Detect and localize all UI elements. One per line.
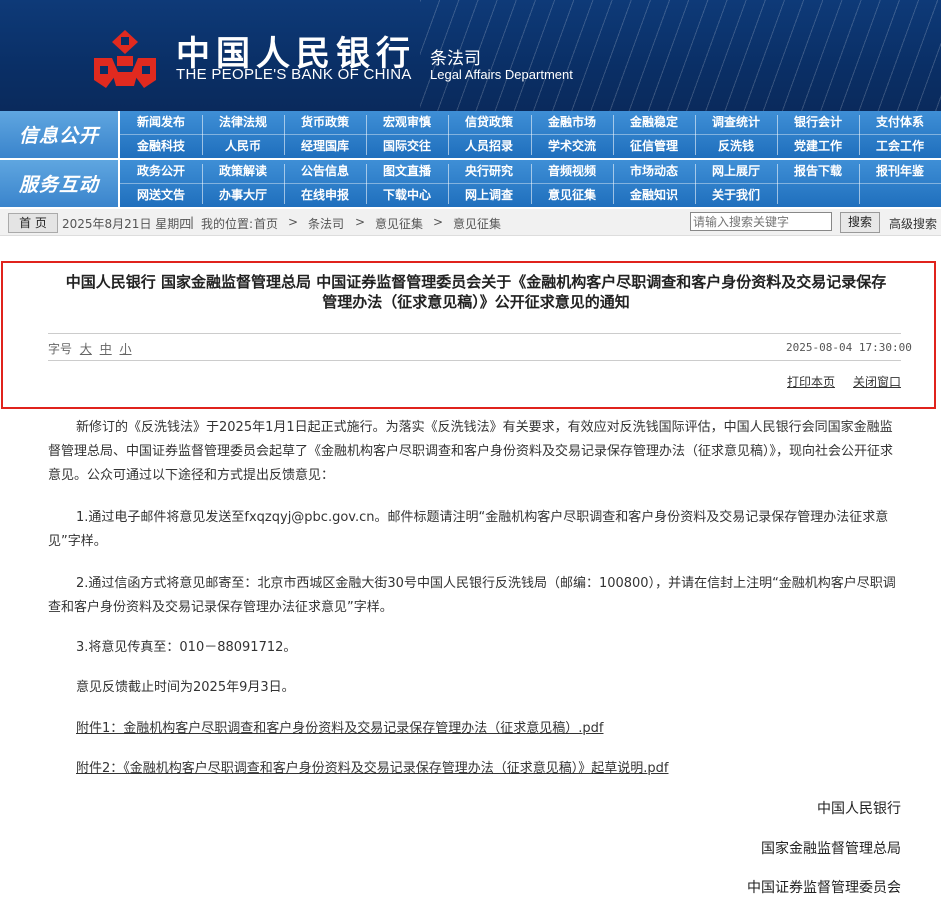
search-input[interactable] (690, 212, 832, 231)
department-name-en: Legal Affairs Department (430, 67, 573, 82)
nav-info-link[interactable]: 法律法规 (202, 111, 284, 134)
nav-service-link[interactable]: 网上展厅 (695, 160, 777, 183)
nav-title-info-disclosure: 信息公开 (0, 111, 118, 158)
nav-service-link[interactable]: 市场动态 (613, 160, 695, 183)
nav-row-info-disclosure: 信息公开 新闻发布 法律法规 货币政策 宏观审慎 信贷政策 金融市场 金融稳定 调查统计 银行会… (0, 111, 941, 158)
site-header-banner: 中国人民银行 THE PEOPLE'S BANK OF CHINA 条法司 Le… (0, 0, 941, 111)
nav-info-link[interactable]: 支付体系 (859, 111, 941, 134)
nav-service-link[interactable]: 办事大厅 (202, 184, 284, 207)
nav-info-link[interactable]: 学术交流 (531, 135, 613, 158)
nav-service-link[interactable]: 公告信息 (284, 160, 366, 183)
article-paragraph-intro: 新修订的《反洗钱法》于2025年1月1日起正式施行。为落实《反洗钱法》有关要求，… (48, 420, 894, 483)
nav-info-link[interactable]: 金融稳定 (613, 111, 695, 134)
nav-info-link[interactable]: 人员招录 (448, 135, 530, 158)
article-paragraph-deadline: 意见反馈截止时间为2025年9月3日。 (76, 680, 295, 695)
nav-info-link[interactable]: 调查统计 (695, 111, 777, 134)
breadcrumb-item-opinion-collection-current[interactable]: 意见征集 (453, 215, 501, 232)
pboc-logo-icon[interactable] (90, 28, 160, 90)
nav-info-link[interactable]: 党建工作 (777, 135, 859, 158)
nav-title-service-interaction: 服务互动 (0, 160, 118, 207)
current-date: 2025年8月21日 星期四 (62, 217, 192, 231)
nav-service-link[interactable]: 音频视频 (531, 160, 613, 183)
attachment-link-1[interactable]: 附件1：金融机构客户尽职调查和客户身份资料及交易记录保存管理办法（征求意见稿）.… (76, 717, 604, 736)
nav-service-link[interactable]: 网上调查 (448, 184, 530, 207)
nav-service-link[interactable]: 在线申报 (284, 184, 366, 207)
nav-info-link[interactable]: 经理国库 (284, 135, 366, 158)
department-name-cn: 条法司 (430, 49, 481, 69)
nav-info-link[interactable]: 工会工作 (859, 135, 941, 158)
nav-grid-service-interaction: 政务公开 政策解读 公告信息 图文直播 央行研究 音频视频 市场动态 网上展厅 报告下载 报刊年鉴… (120, 160, 941, 207)
nav-info-link[interactable]: 新闻发布 (120, 111, 202, 134)
breadcrumb-bar: 首 页 2025年8月21日 星期四 | 我的位置: 首页 > 条法司 > 意见… (0, 209, 941, 236)
bank-name-en: THE PEOPLE'S BANK OF CHINA (176, 66, 412, 83)
nav-service-link[interactable]: 报刊年鉴 (859, 160, 941, 183)
article-paragraph-email: 1.通过电子邮件将意见发送至fxqzqyj@pbc.gov.cn。邮件标题请注明… (48, 510, 889, 549)
nav-info-link[interactable]: 货币政策 (284, 111, 366, 134)
highlight-box (1, 261, 936, 409)
nav-service-link[interactable]: 关于我们 (695, 184, 777, 207)
nav-info-link[interactable]: 金融市场 (531, 111, 613, 134)
article-paragraph-fax: 3.将意见传真至：010－88091712。 (76, 640, 297, 655)
search-button[interactable]: 搜索 (840, 212, 880, 233)
nav-service-link[interactable]: 金融知识 (613, 184, 695, 207)
nav-service-link[interactable]: 图文直播 (366, 160, 448, 183)
nav-grid-info-disclosure: 新闻发布 法律法规 货币政策 宏观审慎 信贷政策 金融市场 金融稳定 调查统计 银行会计 支付体系… (120, 111, 941, 158)
nav-service-link[interactable]: 政策解读 (202, 160, 284, 183)
breadcrumb-item-legal-dept[interactable]: 条法司 (308, 215, 344, 232)
nav-info-link[interactable]: 宏观审慎 (366, 111, 448, 134)
nav-info-link[interactable]: 信贷政策 (448, 111, 530, 134)
nav-service-link[interactable]: 意见征集 (531, 184, 613, 207)
nav-info-link[interactable]: 征信管理 (613, 135, 695, 158)
attachment-link-2[interactable]: 附件2：《金融机构客户尽职调查和客户身份资料及交易记录保存管理办法（征求意见稿）… (76, 757, 669, 776)
advanced-search-link[interactable]: 高级搜索 (889, 215, 937, 232)
nav-service-link[interactable]: 报告下载 (777, 160, 859, 183)
nav-service-link[interactable]: 央行研究 (448, 160, 530, 183)
nav-service-link[interactable]: 政务公开 (120, 160, 202, 183)
nav-info-link[interactable]: 金融科技 (120, 135, 202, 158)
home-button[interactable]: 首 页 (8, 213, 58, 233)
nav-service-link[interactable]: 网送文告 (120, 184, 202, 207)
location-label: 我的位置: (201, 217, 254, 231)
breadcrumb-separator: > (355, 215, 366, 229)
breadcrumb-item-opinion-collection[interactable]: 意见征集 (375, 215, 423, 232)
nav-info-link[interactable]: 银行会计 (777, 111, 859, 134)
signature-nfra: 国家金融监督管理总局 (761, 841, 901, 857)
signature-pboc: 中国人民银行 (817, 801, 901, 817)
main-navigation: 信息公开 新闻发布 法律法规 货币政策 宏观审慎 信贷政策 金融市场 金融稳定 调查统计 银行会… (0, 111, 941, 207)
breadcrumb-separator: > (433, 215, 444, 229)
breadcrumb-separator: > (288, 215, 299, 229)
nav-service-link[interactable]: 下载中心 (366, 184, 448, 207)
nav-info-link[interactable]: 国际交往 (366, 135, 448, 158)
breadcrumb-item-home[interactable]: 首页 (254, 215, 278, 232)
banner-decoration (420, 0, 941, 111)
signature-csrc: 中国证券监督管理委员会 (747, 880, 901, 896)
article-paragraph-mail: 2.通过信函方式将意见邮寄至：北京市西城区金融大街30号中国人民银行反洗钱局（邮… (48, 576, 896, 615)
nav-info-link[interactable]: 反洗钱 (695, 135, 777, 158)
nav-info-link[interactable]: 人民币 (202, 135, 284, 158)
crumb-divider: | (190, 215, 195, 229)
nav-row-service-interaction: 服务互动 政务公开 政策解读 公告信息 图文直播 央行研究 音频视频 市场动态 网上展厅 报告下… (0, 160, 941, 207)
